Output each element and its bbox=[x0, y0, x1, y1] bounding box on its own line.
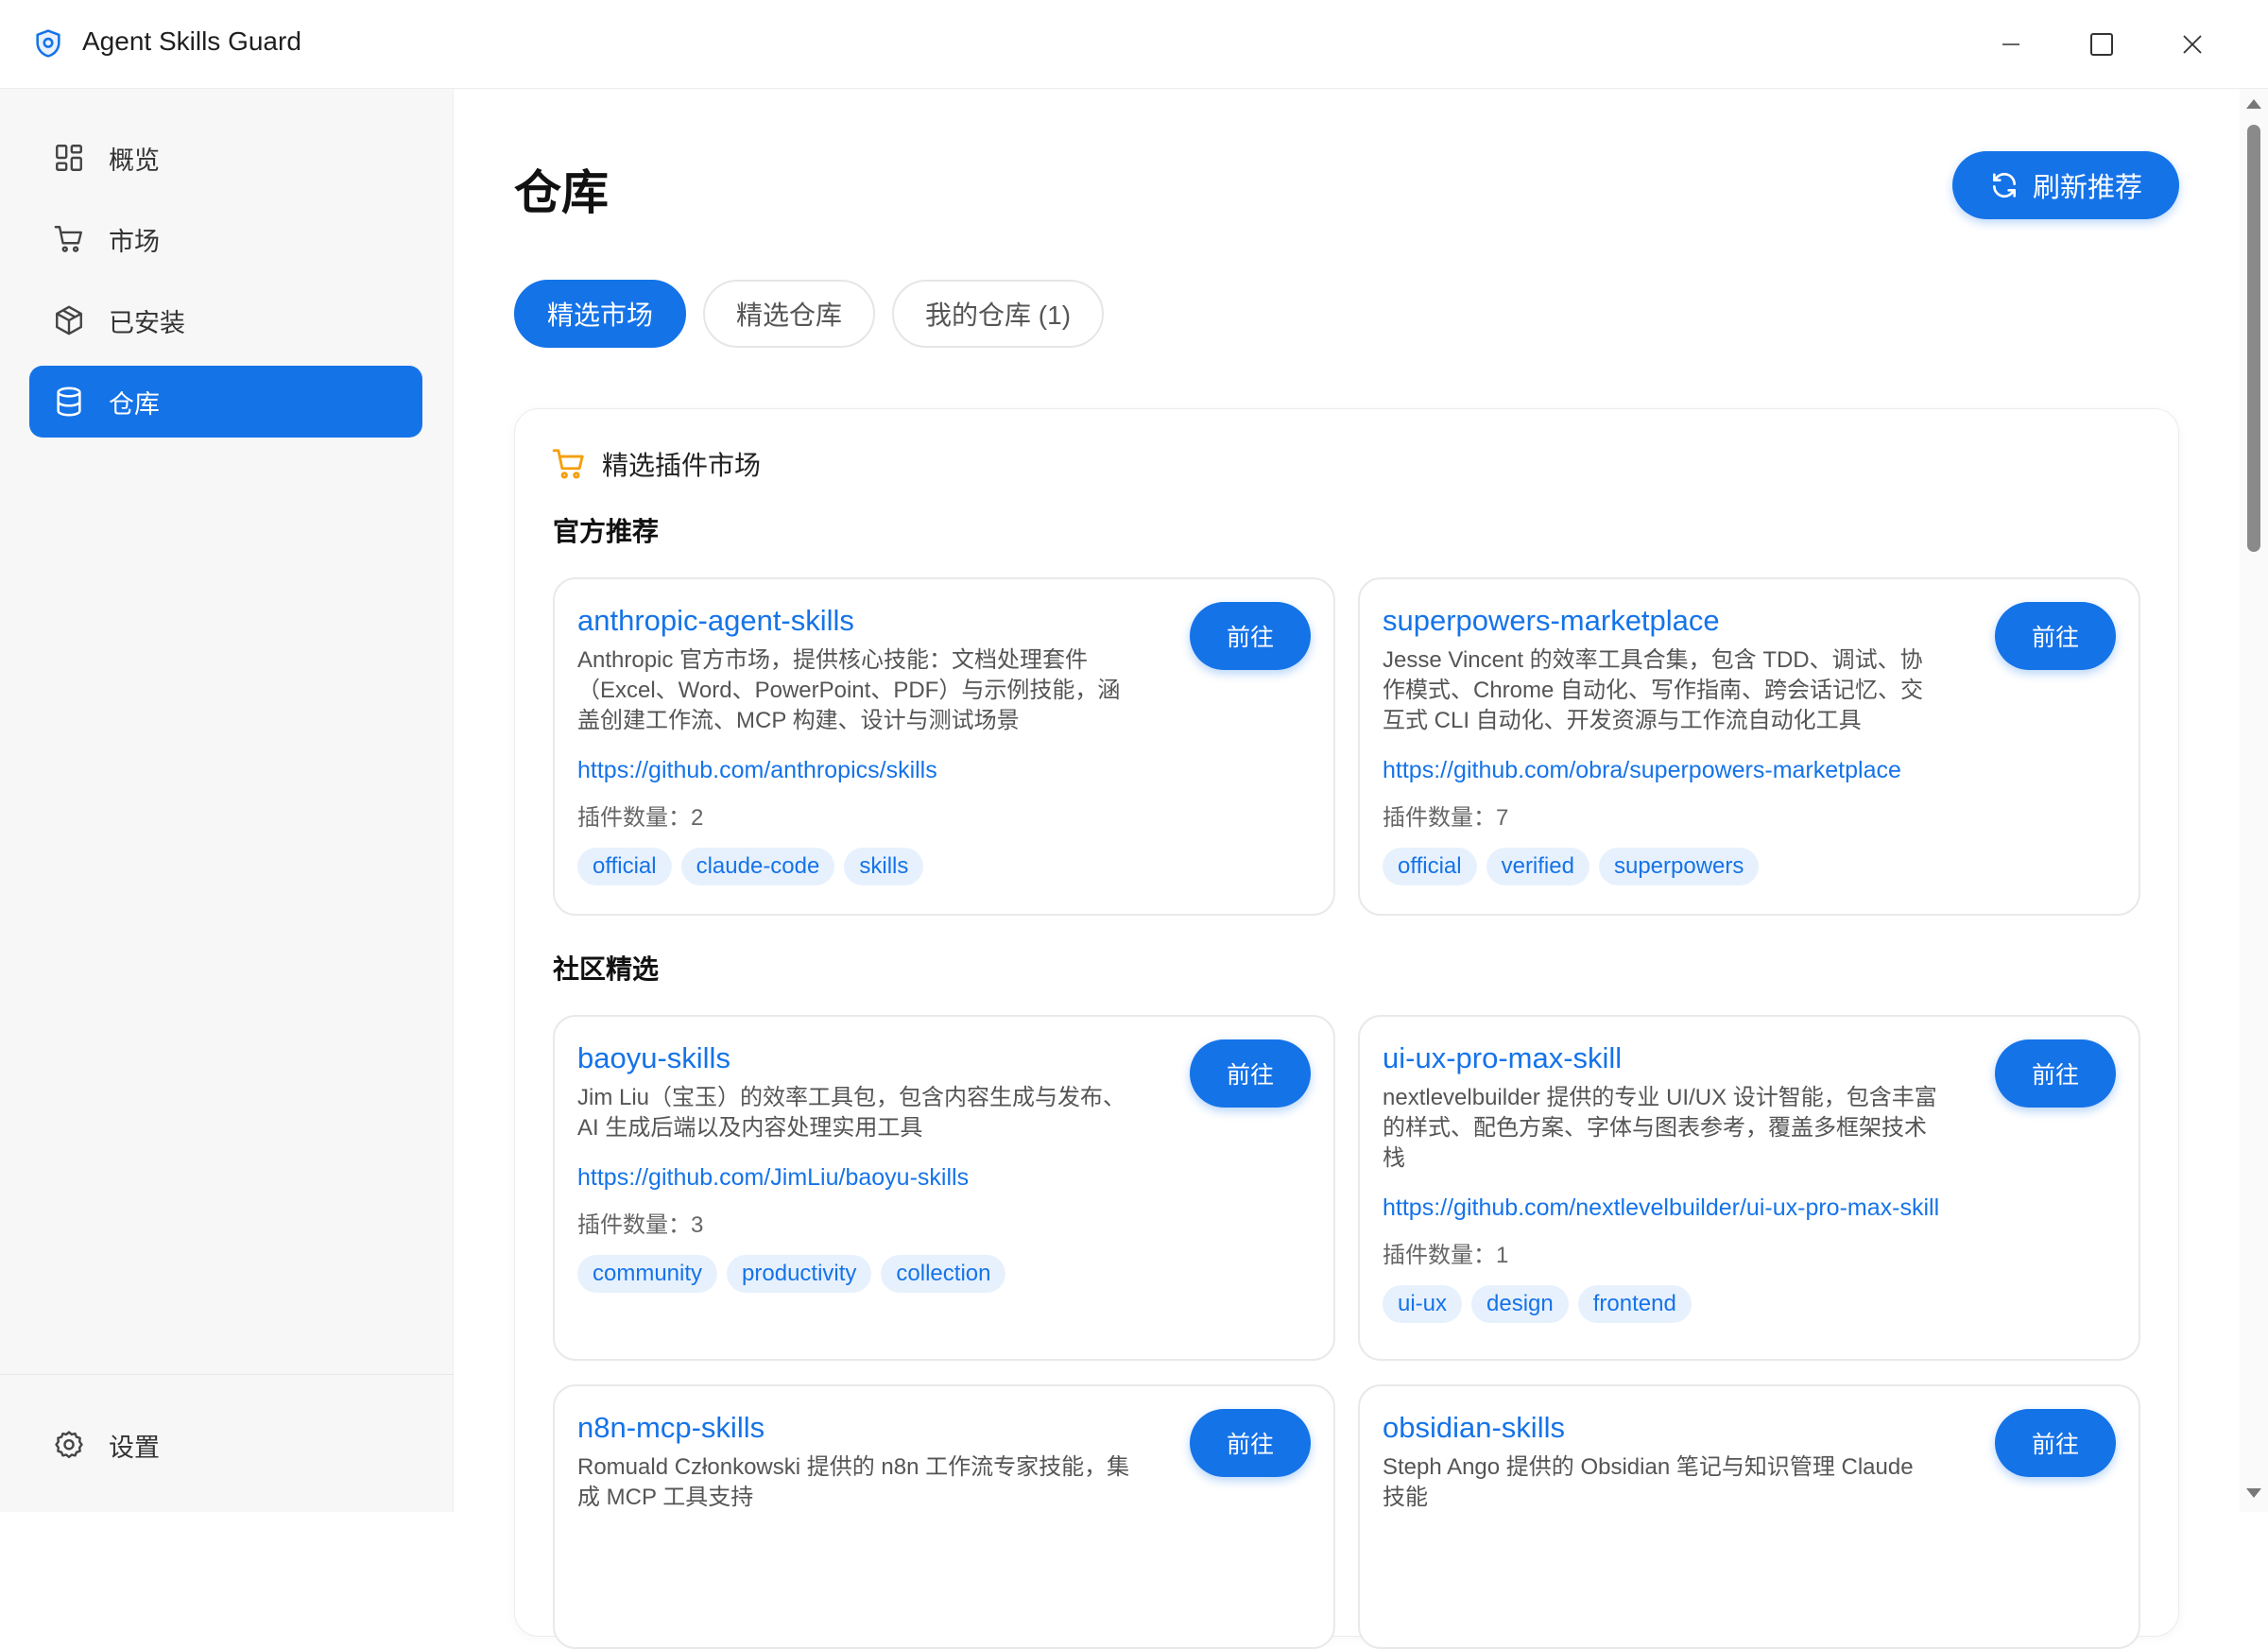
tag: claude-code bbox=[680, 848, 835, 885]
database-icon bbox=[52, 385, 86, 419]
tab-featured-markets[interactable]: 精选市场 bbox=[514, 280, 687, 348]
plugin-count: 插件数量：1 bbox=[1383, 1243, 1509, 1268]
close-icon bbox=[2183, 35, 2202, 54]
package-icon bbox=[52, 303, 86, 337]
main-content: 仓库 刷新推荐 精选市场 精选仓库 我的仓库 (1) 精选插件市场 官方推荐 a… bbox=[454, 89, 2230, 1649]
market-description: Romuald Członkowski 提供的 n8n 工作流专家技能，集成 M… bbox=[577, 1454, 1130, 1510]
plugin-count: 插件数量：7 bbox=[1383, 805, 1509, 831]
go-button[interactable]: 前往 bbox=[1995, 1039, 2116, 1108]
market-description: Jim Liu（宝玉）的效率工具包，包含内容生成与发布、AI 生成后端以及内容处… bbox=[577, 1085, 1126, 1141]
tag-list: community productivity collection bbox=[577, 1255, 1311, 1293]
sidebar-item-installed[interactable]: 已安装 bbox=[29, 284, 422, 356]
go-button[interactable]: 前往 bbox=[1190, 1409, 1311, 1477]
tab-my-repositories[interactable]: 我的仓库 (1) bbox=[892, 280, 1105, 348]
tag: official bbox=[1383, 848, 1477, 885]
section-title-community: 社区精选 bbox=[553, 954, 660, 984]
grid-icon bbox=[52, 141, 86, 175]
panel-header: 精选插件市场 bbox=[551, 445, 761, 483]
tag: skills bbox=[844, 848, 924, 885]
maximize-button[interactable] bbox=[2056, 0, 2147, 89]
market-description: Jesse Vincent 的效率工具合集，包含 TDD、调试、协作模式、Chr… bbox=[1383, 647, 1924, 733]
tag-list: official verified superpowers bbox=[1383, 848, 2116, 885]
market-description: Anthropic 官方市场，提供核心技能：文档处理套件（Excel、Word、… bbox=[577, 647, 1121, 733]
refresh-recommendations-button[interactable]: 刷新推荐 bbox=[1952, 151, 2179, 219]
tag: productivity bbox=[727, 1255, 872, 1293]
sidebar-item-label: 已安装 bbox=[109, 308, 185, 337]
market-card: superpowers-marketplace Jesse Vincent 的效… bbox=[1358, 577, 2140, 916]
market-description: nextlevelbuilder 提供的专业 UI/UX 设计智能，包含丰富的样… bbox=[1383, 1085, 1937, 1171]
go-button[interactable]: 前往 bbox=[1995, 602, 2116, 670]
market-url-link[interactable]: https://github.com/JimLiu/baoyu-skills bbox=[577, 1159, 1135, 1196]
app-title: Agent Skills Guard bbox=[82, 26, 301, 56]
sidebar-item-label: 市场 bbox=[109, 227, 160, 256]
minimize-button[interactable] bbox=[1966, 0, 2056, 89]
tag-list: official claude-code skills bbox=[577, 848, 1311, 885]
market-url-link[interactable]: https://github.com/anthropics/skills bbox=[577, 751, 1135, 789]
cart-icon bbox=[52, 222, 86, 256]
sidebar-divider bbox=[0, 1374, 454, 1375]
tag: superpowers bbox=[1598, 848, 1760, 885]
plugin-count: 插件数量：2 bbox=[577, 805, 704, 831]
tab-featured-repositories[interactable]: 精选仓库 bbox=[703, 280, 876, 348]
minimize-icon bbox=[2002, 43, 2019, 45]
market-card: anthropic-agent-skills Anthropic 官方市场，提供… bbox=[553, 577, 1335, 916]
market-url-link[interactable]: https://github.com/nextlevelbuilder/ui-u… bbox=[1383, 1189, 1940, 1227]
sidebar-item-overview[interactable]: 概览 bbox=[29, 122, 422, 194]
sidebar-item-repository[interactable]: 仓库 bbox=[29, 366, 422, 438]
sidebar-item-market[interactable]: 市场 bbox=[29, 203, 422, 275]
market-card: obsidian-skills Steph Ango 提供的 Obsidian … bbox=[1358, 1384, 2140, 1649]
go-button[interactable]: 前往 bbox=[1190, 1039, 1311, 1108]
title-bar: Agent Skills Guard bbox=[0, 0, 2268, 89]
scroll-up-arrow-icon[interactable] bbox=[2243, 96, 2264, 112]
cart-icon bbox=[552, 449, 584, 479]
shield-icon bbox=[36, 29, 60, 58]
maximize-icon bbox=[2090, 33, 2113, 56]
panel-title: 精选插件市场 bbox=[602, 451, 762, 480]
go-button[interactable]: 前往 bbox=[1190, 602, 1311, 670]
sidebar-item-label: 概览 bbox=[109, 146, 160, 175]
sidebar: 概览 市场 已安装 仓库 设置 bbox=[0, 89, 454, 1512]
page-title: 仓库 bbox=[514, 166, 609, 219]
plugin-count: 插件数量：3 bbox=[577, 1212, 704, 1238]
tag: collection bbox=[881, 1255, 1006, 1293]
market-url-link[interactable]: https://github.com/obra/superpowers-mark… bbox=[1383, 751, 1940, 789]
market-description: Steph Ango 提供的 Obsidian 笔记与知识管理 Claude 技… bbox=[1383, 1454, 1914, 1510]
tag: community bbox=[577, 1255, 718, 1293]
sidebar-item-label: 设置 bbox=[109, 1433, 160, 1462]
scroll-down-arrow-icon[interactable] bbox=[2243, 1486, 2264, 1501]
refresh-icon bbox=[1992, 172, 2016, 198]
sidebar-item-settings[interactable]: 设置 bbox=[29, 1409, 422, 1481]
tag: verified bbox=[1486, 848, 1589, 885]
tab-bar: 精选市场 精选仓库 我的仓库 (1) bbox=[514, 280, 1105, 348]
tag: official bbox=[577, 848, 672, 885]
featured-market-panel: 精选插件市场 官方推荐 anthropic-agent-skills Anthr… bbox=[514, 408, 2179, 1649]
refresh-label: 刷新推荐 bbox=[2032, 173, 2142, 203]
section-title-official: 官方推荐 bbox=[553, 517, 660, 546]
gear-icon bbox=[52, 1428, 86, 1462]
market-card: n8n-mcp-skills Romuald Członkowski 提供的 n… bbox=[553, 1384, 1335, 1649]
market-card: baoyu-skills Jim Liu（宝玉）的效率工具包，包含内容生成与发布… bbox=[553, 1015, 1335, 1361]
tag-list: ui-ux design frontend bbox=[1383, 1285, 2116, 1323]
close-button[interactable] bbox=[2147, 0, 2238, 89]
tag: ui-ux bbox=[1383, 1285, 1463, 1323]
market-card: ui-ux-pro-max-skill nextlevelbuilder 提供的… bbox=[1358, 1015, 2140, 1361]
scrollbar-thumb[interactable] bbox=[2247, 125, 2260, 552]
tag: design bbox=[1471, 1285, 1569, 1323]
tag: frontend bbox=[1577, 1285, 1692, 1323]
sidebar-item-label: 仓库 bbox=[109, 389, 160, 419]
go-button[interactable]: 前往 bbox=[1995, 1409, 2116, 1477]
